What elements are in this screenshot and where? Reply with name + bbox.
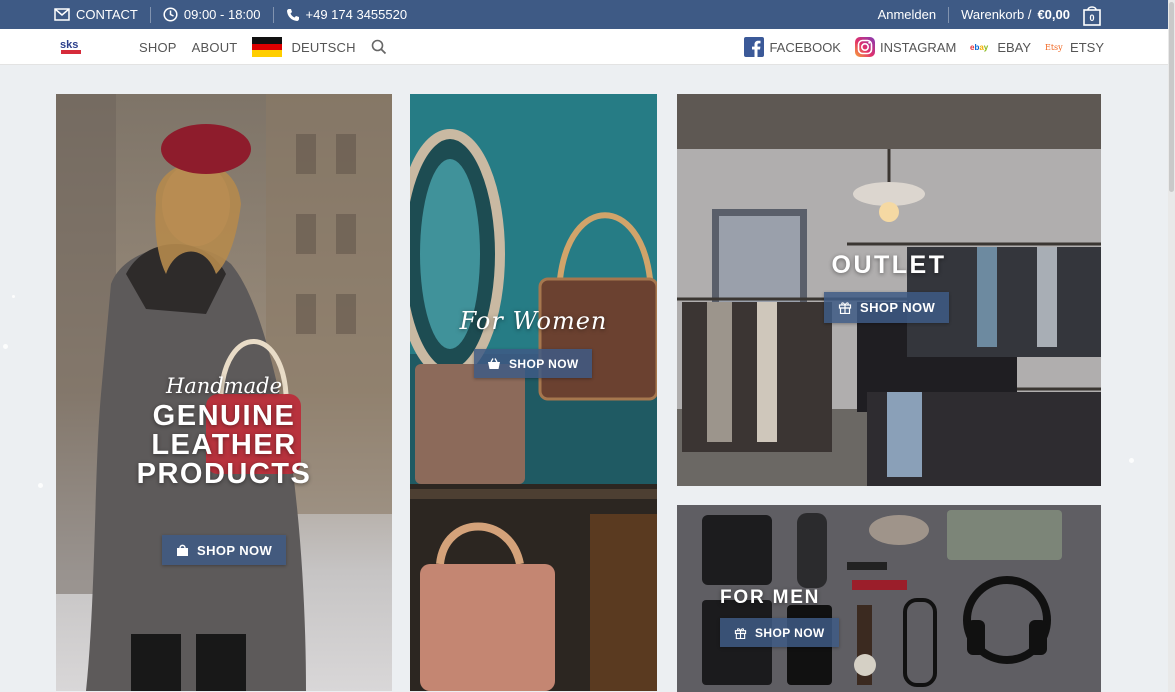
divider xyxy=(149,6,151,23)
language-label: DEUTSCH xyxy=(291,39,356,55)
outlet-shop-now-button[interactable]: SHOP NOW xyxy=(824,292,950,323)
leather-shop-now-button[interactable]: SHOP NOW xyxy=(162,535,287,565)
clock-icon xyxy=(163,7,178,22)
gift-icon xyxy=(838,302,852,314)
nav-about[interactable]: ABOUT xyxy=(192,40,238,55)
snowflake xyxy=(3,344,8,349)
heading-line: PRODUCTS xyxy=(136,458,312,490)
main-navigation: sks SHOP ABOUT DEUTSCH FACEBOOK INSTAGRA… xyxy=(0,29,1168,65)
top-bar-right: Anmelden Warenkorb / €0,00 0 xyxy=(878,0,1102,29)
women-shop-now-button[interactable]: SHOP NOW xyxy=(474,349,592,378)
cart-link[interactable]: Warenkorb / €0,00 0 xyxy=(961,4,1102,26)
snowflake xyxy=(1129,458,1134,463)
facebook-icon xyxy=(744,37,765,57)
svg-text:Etsy: Etsy xyxy=(1045,43,1063,52)
snowflake xyxy=(38,483,43,488)
cart-label: Warenkorb / xyxy=(961,7,1032,22)
hours-label: 09:00 - 18:00 xyxy=(183,7,261,22)
banner-women-script: For Women xyxy=(459,307,608,335)
etsy-icon: Etsy xyxy=(1045,43,1063,52)
page-scrollbar[interactable] xyxy=(1168,0,1175,692)
banner-men-heading: FOR MEN xyxy=(720,587,821,608)
top-bar-left: CONTACT 09:00 - 18:00 +49 174 3455520 xyxy=(54,0,407,29)
button-label: SHOP NOW xyxy=(860,300,936,315)
phone-label: +49 174 3455520 xyxy=(305,7,408,22)
login-link[interactable]: Anmelden xyxy=(878,7,937,22)
instagram-icon xyxy=(854,37,875,57)
banner-leather-products[interactable]: Handmade GENUINE LEATHER PRODUCTS SHOP N… xyxy=(56,94,392,691)
button-label: SHOP NOW xyxy=(197,542,273,558)
search-icon xyxy=(371,39,386,55)
divider xyxy=(948,6,950,23)
etsy-link[interactable]: Etsy ETSY xyxy=(1045,40,1104,55)
site-logo[interactable]: sks xyxy=(60,38,84,56)
banner-outlet-heading: OUTLET xyxy=(831,251,947,279)
cart-count: 0 xyxy=(1089,13,1094,23)
instagram-label: INSTAGRAM xyxy=(879,39,957,55)
social-links: FACEBOOK INSTAGRAM ebay EBAY Etsy ETSY xyxy=(744,29,1104,65)
button-label: SHOP NOW xyxy=(509,356,579,371)
banner-outlet-image xyxy=(677,94,1101,486)
banner-outlet[interactable]: OUTLET SHOP NOW xyxy=(677,94,1101,486)
banner-leather-heading: GENUINE LEATHER PRODUCTS xyxy=(56,402,392,489)
language-switcher[interactable]: DEUTSCH xyxy=(252,37,356,57)
etsy-label: ETSY xyxy=(1070,39,1104,55)
gift-icon xyxy=(734,627,747,639)
opening-hours: 09:00 - 18:00 xyxy=(163,7,261,22)
ebay-link[interactable]: ebay EBAY xyxy=(970,40,1031,55)
contact-label: CONTACT xyxy=(76,7,138,22)
men-shop-now-button[interactable]: SHOP NOW xyxy=(720,618,839,647)
german-flag-icon xyxy=(252,37,283,57)
banner-women-image xyxy=(410,94,657,691)
shopping-bag-icon xyxy=(177,544,188,556)
logo-text: sks xyxy=(60,39,78,51)
snowflake xyxy=(12,295,15,298)
banner-leather-script: Handmade xyxy=(165,374,283,398)
banner-for-women[interactable]: For Women SHOP NOW xyxy=(410,94,657,691)
contact-link[interactable]: CONTACT xyxy=(54,7,138,22)
facebook-label: FACEBOOK xyxy=(769,39,841,55)
ebay-icon: ebay xyxy=(970,43,989,52)
button-label: SHOP NOW xyxy=(755,625,825,640)
banner-for-men[interactable]: FOR MEN SHOP NOW xyxy=(677,505,1101,692)
nav-shop[interactable]: SHOP xyxy=(139,40,177,55)
instagram-link[interactable]: INSTAGRAM xyxy=(854,37,957,57)
envelope-icon xyxy=(54,8,70,21)
heading-line: GENUINE xyxy=(152,400,296,432)
facebook-link[interactable]: FACEBOOK xyxy=(744,37,841,57)
nav-menu: SHOP ABOUT DEUTSCH xyxy=(139,29,387,65)
heading-line: LEATHER xyxy=(151,429,297,461)
phone-link[interactable]: +49 174 3455520 xyxy=(286,7,408,22)
cart-amount: €0,00 xyxy=(1037,7,1070,22)
svg-text:ebay: ebay xyxy=(970,43,989,52)
divider xyxy=(272,6,274,23)
shopping-basket-icon xyxy=(488,357,500,369)
phone-icon xyxy=(286,8,299,21)
ebay-label: EBAY xyxy=(997,39,1032,55)
top-bar: CONTACT 09:00 - 18:00 +49 174 3455520 An… xyxy=(0,0,1168,29)
shopping-bag-icon: 0 xyxy=(1082,4,1102,26)
scrollbar-thumb[interactable] xyxy=(1169,2,1174,192)
search-button[interactable] xyxy=(371,39,387,55)
